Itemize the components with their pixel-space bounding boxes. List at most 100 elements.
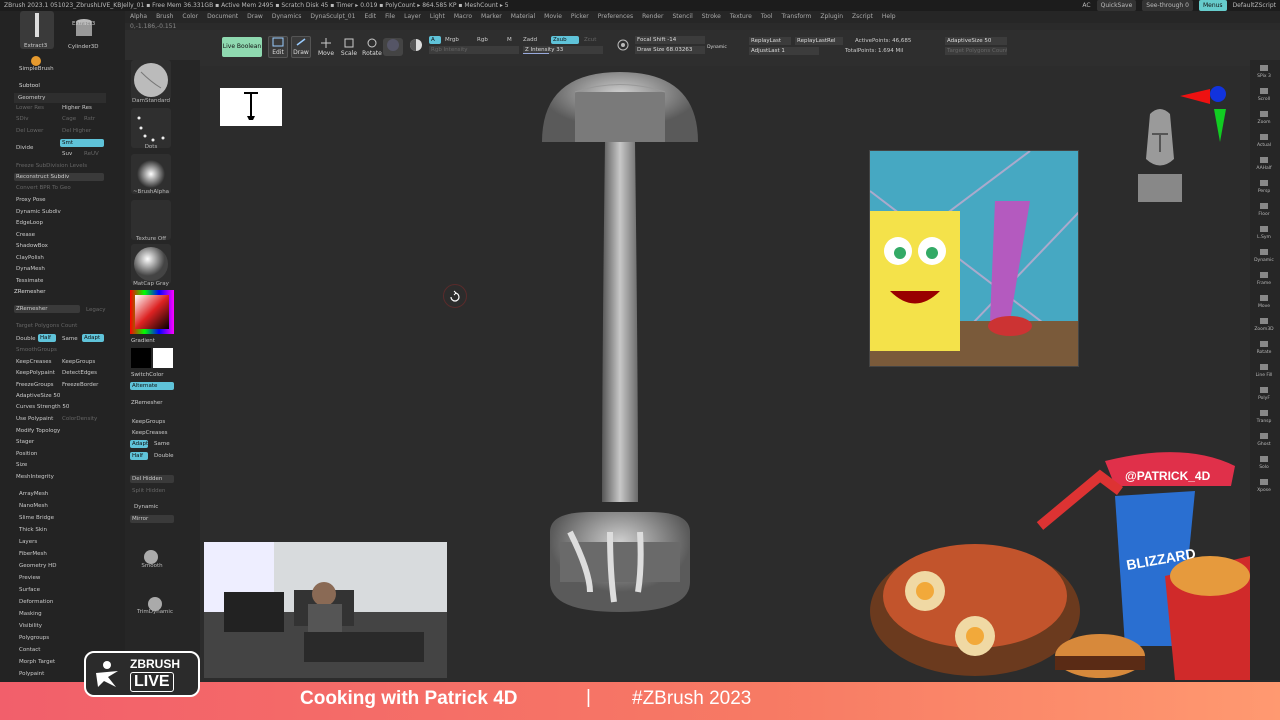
menu-help[interactable]: Help: [882, 11, 896, 23]
del-hidden-button[interactable]: Del Hidden: [130, 475, 174, 483]
size-item[interactable]: Size: [16, 462, 27, 468]
shelf-l-sym-button[interactable]: L.Sym: [1253, 225, 1275, 241]
shelf-transp-button[interactable]: Transp: [1253, 409, 1275, 425]
menu-stroke[interactable]: Stroke: [702, 11, 721, 23]
mirror-button[interactable]: Mirror: [130, 515, 174, 523]
crease-item[interactable]: Crease: [16, 232, 35, 238]
convert-bpr-button[interactable]: Convert BPR To Geo: [16, 185, 71, 191]
shelf-floor-button[interactable]: Floor: [1253, 202, 1275, 218]
dynamic-toggle[interactable]: Dynamic: [705, 45, 729, 50]
simplebrush-thumb[interactable]: [28, 53, 44, 67]
menu-preferences[interactable]: Preferences: [598, 11, 633, 23]
freeze-subdiv-button[interactable]: Freeze SubDivision Levels: [16, 163, 87, 169]
color-picker[interactable]: [130, 290, 174, 334]
keep-groups-button[interactable]: KeepGroups: [62, 359, 95, 365]
dynamic-subdiv-item[interactable]: Dynamic Subdiv: [16, 209, 61, 215]
layers-item[interactable]: Layers: [19, 539, 37, 545]
m-toggle[interactable]: M: [505, 36, 515, 44]
a-toggle[interactable]: A: [429, 36, 441, 44]
focal-shift-slider[interactable]: Focal Shift -14: [635, 36, 705, 44]
lower-res-button[interactable]: Lower Res: [16, 105, 44, 111]
reuv-toggle[interactable]: ReUV: [84, 151, 99, 157]
shelf-line-fill-button[interactable]: Line Fill: [1253, 363, 1275, 379]
default-zscript-button[interactable]: DefaultZScript: [1233, 0, 1276, 11]
see-through-slider[interactable]: See-through 0: [1142, 0, 1193, 11]
menu-tool[interactable]: Tool: [761, 11, 773, 23]
alternate-toggle[interactable]: Alternate: [130, 382, 174, 390]
shelf-zoom-button[interactable]: Zoom: [1253, 110, 1275, 126]
target-polygons-slider[interactable]: Target Polygons Count: [945, 47, 1007, 55]
menu-transform[interactable]: Transform: [782, 11, 812, 23]
shelf-zoom3d-button[interactable]: Zoom3D: [1253, 317, 1275, 333]
move-button[interactable]: Move: [317, 38, 335, 58]
mrgb-toggle[interactable]: Mrgb: [443, 36, 465, 44]
sdiv-slider[interactable]: SDiv: [16, 116, 29, 122]
keep-creases-shortcut[interactable]: KeepCreases: [132, 430, 167, 436]
shelf-persp-button[interactable]: Persp: [1253, 179, 1275, 195]
tessimate-item[interactable]: Tessimate: [16, 278, 43, 284]
zremesher-section[interactable]: ZRemesher: [14, 289, 45, 295]
secondary-color-swatch[interactable]: [153, 348, 173, 368]
freeze-border-button[interactable]: FreezeBorder: [62, 382, 98, 388]
menu-zplugin[interactable]: Zplugin: [820, 11, 843, 23]
texture-thumb[interactable]: [131, 200, 171, 240]
ac-label[interactable]: AC: [1082, 0, 1090, 11]
higher-res-button[interactable]: Higher Res: [62, 105, 92, 111]
zsub-toggle[interactable]: Zsub: [551, 36, 579, 44]
menu-alpha[interactable]: Alpha: [130, 11, 147, 23]
deformation-item[interactable]: Deformation: [19, 599, 53, 605]
del-lower-button[interactable]: Del Lower: [16, 128, 43, 134]
menu-file[interactable]: File: [385, 11, 395, 23]
primary-color-swatch[interactable]: [131, 348, 151, 368]
adaptive-size-slider-left[interactable]: AdaptiveSize 50: [16, 393, 60, 399]
shelf-aahalf-button[interactable]: AAHalf: [1253, 156, 1275, 172]
contact-item[interactable]: Contact: [19, 647, 40, 653]
cage-button[interactable]: Cage: [62, 116, 76, 122]
color-density-slider[interactable]: ColorDensity: [62, 416, 97, 422]
zremesher-button[interactable]: ZRemesher: [14, 305, 80, 313]
nanomesh-item[interactable]: NanoMesh: [19, 503, 48, 509]
polypaint-item[interactable]: Polypaint: [19, 671, 44, 677]
switch-color-button[interactable]: SwitchColor: [131, 372, 164, 378]
menu-render[interactable]: Render: [642, 11, 663, 23]
curves-strength-slider[interactable]: Curves Strength 50: [16, 404, 69, 410]
adaptive-size-slider[interactable]: AdaptiveSize 50: [945, 37, 1007, 45]
half-shortcut[interactable]: Half: [130, 452, 148, 460]
masking-item[interactable]: Masking: [19, 611, 42, 617]
del-higher-button[interactable]: Del Higher: [62, 128, 91, 134]
menu-light[interactable]: Light: [430, 11, 445, 23]
shelf-frame-button[interactable]: Frame: [1253, 271, 1275, 287]
damstandard-brush-thumb[interactable]: [131, 60, 171, 100]
suv-toggle[interactable]: Suv: [62, 151, 72, 157]
modify-topology-item[interactable]: Modify Topology: [16, 428, 60, 434]
surface-item[interactable]: Surface: [19, 587, 40, 593]
dynamic-shortcut[interactable]: Dynamic: [134, 504, 158, 510]
menu-dynamics[interactable]: Dynamics: [272, 11, 302, 23]
legacy-button[interactable]: Legacy: [86, 307, 106, 313]
smt-toggle[interactable]: Smt: [60, 139, 104, 147]
adjust-last-slider[interactable]: AdjustLast 1: [749, 47, 819, 55]
zadd-toggle[interactable]: Zadd: [521, 36, 541, 44]
zremesher-shortcut[interactable]: ZRemesher: [131, 400, 162, 406]
fibermesh-item[interactable]: FiberMesh: [19, 551, 47, 557]
shelf-dynamic-button[interactable]: Dynamic: [1253, 248, 1275, 264]
adapt-shortcut[interactable]: Adapt: [130, 440, 148, 448]
same-button[interactable]: Same: [62, 336, 78, 342]
slime-bridge-item[interactable]: Slime Bridge: [19, 515, 54, 521]
shelf-scroll-button[interactable]: Scroll: [1253, 87, 1275, 103]
zcut-toggle[interactable]: Zcut: [582, 36, 602, 44]
keep-groups-shortcut[interactable]: KeepGroups: [132, 419, 165, 425]
double-button[interactable]: Double: [16, 336, 36, 342]
position-item[interactable]: Position: [16, 451, 37, 457]
adapt-button[interactable]: Adapt: [82, 334, 104, 342]
menu-edit[interactable]: Edit: [364, 11, 376, 23]
brush-alpha-thumb[interactable]: [131, 154, 171, 194]
stager-item[interactable]: Stager: [16, 439, 34, 445]
polygroups-item[interactable]: Polygroups: [19, 635, 49, 641]
geometry-header[interactable]: Geometry: [14, 93, 106, 103]
menu-material[interactable]: Material: [511, 11, 535, 23]
proxy-pose-item[interactable]: Proxy Pose: [16, 197, 46, 203]
freeze-groups-button[interactable]: FreezeGroups: [16, 382, 54, 388]
mesh-integrity-item[interactable]: MeshIntegrity: [16, 474, 54, 480]
gizmo-button[interactable]: [383, 38, 403, 56]
